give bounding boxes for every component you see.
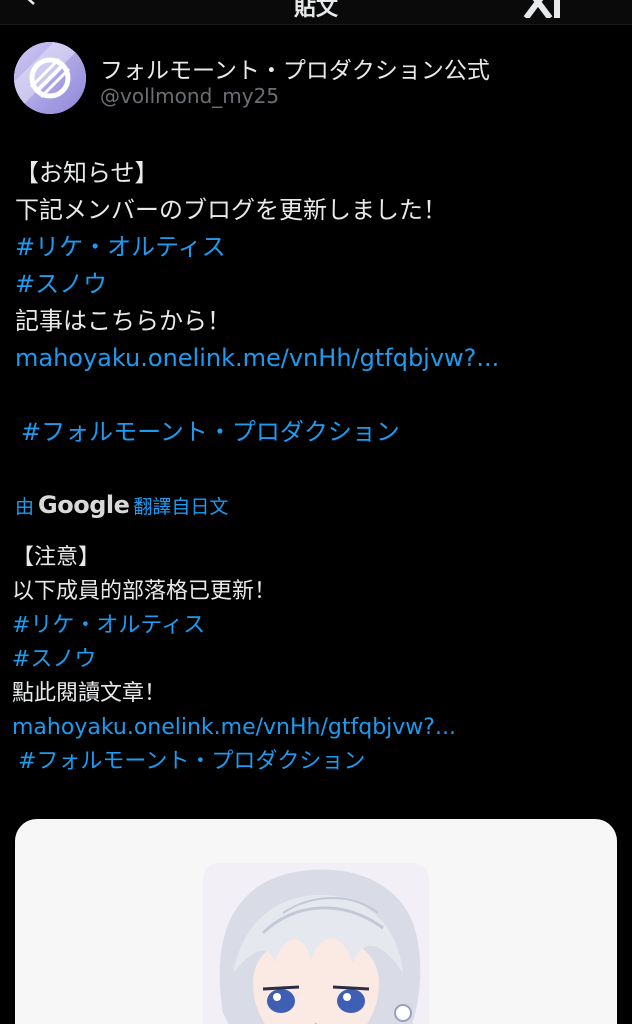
post-line: 【お知らせ】 bbox=[15, 159, 159, 187]
hashtag-link[interactable]: #リケ・オルティス bbox=[12, 609, 612, 643]
post-text: 【お知らせ】 下記メンバーのブログを更新しました！ #リケ・オルティス #スノウ… bbox=[15, 155, 615, 451]
author-handle[interactable]: @vollmond_my25 bbox=[100, 84, 279, 108]
hashtag-link[interactable]: #リケ・オルティス bbox=[15, 229, 615, 266]
media-card[interactable] bbox=[15, 819, 617, 1024]
avatar[interactable] bbox=[14, 42, 86, 114]
translated-line: 【注意】 bbox=[12, 545, 101, 570]
hashtag-link[interactable]: #フォルモーント・プロダクション bbox=[15, 414, 615, 451]
hashtag-link[interactable]: #スノウ bbox=[15, 266, 615, 303]
google-logo: Google bbox=[38, 491, 130, 519]
character-portrait-image[interactable] bbox=[203, 863, 429, 1024]
translated-text: 【注意】 以下成員的部落格已更新！ #リケ・オルティス #スノウ 點此閱讀文章！… bbox=[12, 541, 612, 779]
translation-credit-suffix: 翻譯自日文 bbox=[133, 496, 229, 518]
hashtag-link[interactable]: #スノウ bbox=[12, 643, 612, 677]
moon-logo-icon bbox=[14, 42, 86, 114]
author-display-name[interactable]: フォルモーント・プロダクション公式 bbox=[100, 51, 490, 85]
translation-credit-prefix: 由 bbox=[15, 496, 35, 518]
post-line: 下記メンバーのブログを更新しました！ bbox=[15, 196, 447, 224]
x-logo-icon bbox=[523, 0, 560, 18]
translated-line: 以下成員的部落格已更新！ bbox=[12, 579, 277, 604]
top-nav-bar: 貼文 bbox=[0, 0, 632, 25]
hashtag-link[interactable]: #フォルモーント・プロダクション bbox=[12, 745, 612, 779]
screen: 貼文 フォルモーント・プロダクション公式 @vollmond_my25 【お知ら… bbox=[0, 0, 632, 1024]
post-author[interactable]: フォルモーント・プロダクション公式 @vollmond_my25 bbox=[14, 42, 614, 118]
url-link[interactable]: mahoyaku.onelink.me/vnHh/gtfqbjvw?... bbox=[12, 711, 612, 745]
translated-line: 點此閱讀文章！ bbox=[12, 681, 167, 706]
post-line: 記事はこちらから！ bbox=[15, 307, 231, 335]
translation-credit[interactable]: 由 Google 翻譯自日文 bbox=[15, 491, 228, 519]
url-link[interactable]: mahoyaku.onelink.me/vnHh/gtfqbjvw?... bbox=[15, 340, 615, 377]
